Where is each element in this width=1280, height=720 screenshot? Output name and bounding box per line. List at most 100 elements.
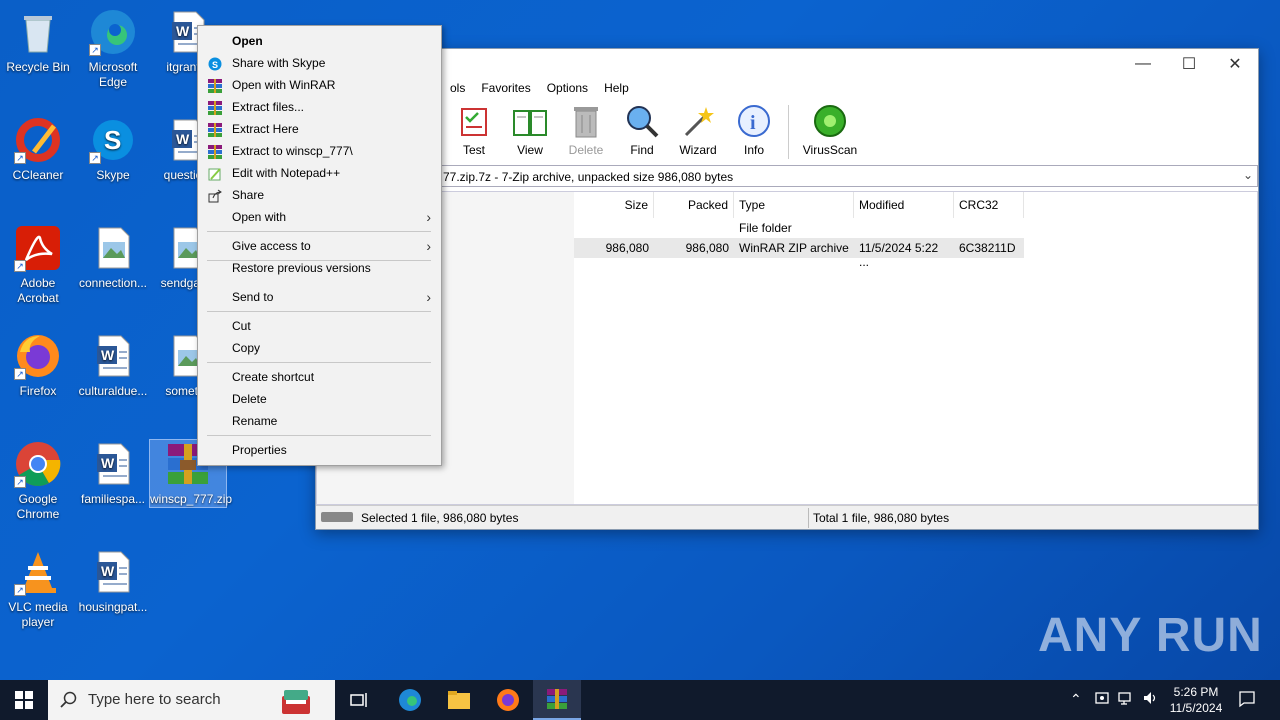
table-row[interactable]: File folder bbox=[574, 218, 1024, 238]
maximize-button[interactable]: ☐ bbox=[1166, 49, 1212, 79]
menu-item-label: Extract files... bbox=[232, 100, 305, 114]
menu-favorites[interactable]: Favorites bbox=[473, 79, 538, 99]
menu-item-label: Copy bbox=[232, 341, 261, 355]
word-doc-icon: W bbox=[89, 332, 137, 380]
col-crc32[interactable]: CRC32 bbox=[954, 192, 1024, 218]
menu-item-cut[interactable]: Cut bbox=[198, 315, 441, 337]
toolbar-wizard-button[interactable]: Wizard bbox=[670, 101, 726, 163]
title-bar[interactable]: — ☐ ✕ bbox=[316, 49, 1258, 79]
taskbar-winrar[interactable] bbox=[533, 680, 581, 720]
desktop-icon[interactable]: S ↗ Skype bbox=[75, 116, 151, 183]
cell-packed bbox=[654, 218, 734, 238]
menu-item-send-to[interactable]: Send to › bbox=[198, 286, 441, 308]
col-size[interactable]: Size bbox=[574, 192, 654, 218]
svg-text:W: W bbox=[101, 347, 115, 363]
svg-text:W: W bbox=[176, 23, 190, 39]
chevron-down-icon[interactable]: ⌄ bbox=[1243, 168, 1253, 182]
column-headers: Size Packed Type Modified CRC32 bbox=[574, 192, 1024, 218]
notepadpp-icon bbox=[208, 166, 222, 181]
toolbar-view-button[interactable]: View bbox=[502, 101, 558, 163]
menu-item-share-with-skype[interactable]: S Share with Skype bbox=[198, 52, 441, 74]
toolbar-info-button[interactable]: i Info bbox=[726, 101, 782, 163]
status-divider bbox=[808, 508, 809, 528]
desktop-icon[interactable]: connection... bbox=[75, 224, 151, 291]
minimize-button[interactable]: — bbox=[1120, 49, 1166, 79]
svg-text:i: i bbox=[750, 112, 756, 134]
desktop-icon-label: familiespa... bbox=[80, 492, 146, 506]
menu-separator bbox=[207, 362, 431, 363]
menu-item-extract-to-winscp-777[interactable]: Extract to winscp_777\ bbox=[198, 140, 441, 162]
desktop-icon[interactable]: ↗ VLC media player bbox=[0, 548, 76, 630]
toolbar-virusscan-button[interactable]: VirusScan bbox=[795, 101, 865, 163]
svg-text:S: S bbox=[212, 60, 218, 70]
menu-item-properties[interactable]: Properties bbox=[198, 439, 441, 461]
menu-item-label: Cut bbox=[232, 319, 251, 333]
menu-item-open-with-winrar[interactable]: Open with WinRAR bbox=[198, 74, 441, 96]
toolbar-test-button[interactable]: Test bbox=[446, 101, 502, 163]
menu-separator bbox=[207, 231, 431, 232]
taskbar-edge[interactable] bbox=[386, 680, 434, 720]
desktop-icon[interactable]: ↗ Firefox bbox=[0, 332, 76, 399]
search-box[interactable]: Type here to search bbox=[48, 680, 335, 720]
toolbar-find-button[interactable]: Find bbox=[614, 101, 670, 163]
menu-item-label: Extract to winscp_777\ bbox=[232, 144, 353, 158]
notifications-icon[interactable] bbox=[1238, 690, 1256, 720]
wizard-wand-icon bbox=[680, 103, 716, 139]
menu-item-label: Give access to bbox=[232, 239, 311, 253]
file-list: Size Packed Type Modified CRC32 File fol… bbox=[316, 191, 1258, 505]
toolbar-label: Find bbox=[630, 143, 654, 157]
chevron-right-icon: › bbox=[426, 209, 431, 225]
toolbar-label: Info bbox=[743, 143, 764, 157]
acrobat-icon: ↗ bbox=[14, 224, 62, 272]
network-icon[interactable] bbox=[1118, 690, 1136, 720]
col-packed[interactable]: Packed bbox=[654, 192, 734, 218]
taskbar-explorer[interactable] bbox=[435, 680, 483, 720]
col-modified[interactable]: Modified bbox=[854, 192, 954, 218]
menu-item-open[interactable]: Open bbox=[198, 30, 441, 52]
menu-item-extract-files[interactable]: Extract files... bbox=[198, 96, 441, 118]
menu-item-create-shortcut[interactable]: Create shortcut bbox=[198, 366, 441, 388]
menu-item-copy[interactable]: Copy bbox=[198, 337, 441, 359]
shortcut-arrow-icon: ↗ bbox=[89, 44, 101, 56]
desktop-icon[interactable]: Wculturaldue... bbox=[75, 332, 151, 399]
menu-options[interactable]: Options bbox=[539, 79, 596, 99]
shortcut-arrow-icon: ↗ bbox=[14, 260, 26, 272]
menu-item-delete[interactable]: Delete bbox=[198, 388, 441, 410]
menu-item-edit-with-notepad[interactable]: Edit with Notepad++ bbox=[198, 162, 441, 184]
tray-meet-icon[interactable] bbox=[1094, 690, 1110, 720]
trash-icon bbox=[568, 103, 604, 139]
taskbar-firefox[interactable] bbox=[484, 680, 532, 720]
desktop-icon[interactable]: ↗ Adobe Acrobat bbox=[0, 224, 76, 306]
menu-help[interactable]: Help bbox=[596, 79, 637, 99]
shortcut-arrow-icon: ↗ bbox=[14, 152, 26, 164]
close-button[interactable]: ✕ bbox=[1212, 49, 1258, 79]
menu-tools[interactable]: ols bbox=[442, 79, 473, 99]
desktop-icon[interactable]: ↗ Google Chrome bbox=[0, 440, 76, 522]
desktop-icon[interactable]: ↗ Microsoft Edge bbox=[75, 8, 151, 90]
drive-icon[interactable] bbox=[321, 512, 353, 522]
menu-item-restore-previous-versions[interactable]: Restore previous versions bbox=[198, 257, 441, 279]
desktop-icon[interactable]: Wfamiliespa... bbox=[75, 440, 151, 507]
cell-modified bbox=[854, 218, 954, 238]
skype-icon: S bbox=[208, 56, 222, 71]
col-type[interactable]: Type bbox=[734, 192, 854, 218]
desktop-icon-label: Adobe Acrobat bbox=[17, 276, 59, 305]
menu-item-label: Restore previous versions bbox=[232, 261, 371, 275]
menu-item-rename[interactable]: Rename bbox=[198, 410, 441, 432]
desktop-icon[interactable]: Recycle Bin bbox=[0, 8, 76, 75]
menu-item-open-with[interactable]: Open with › bbox=[198, 206, 441, 228]
path-bar[interactable]: 77.zip.7z - 7-Zip archive, unpacked size… bbox=[316, 165, 1258, 187]
menu-item-extract-here[interactable]: Extract Here bbox=[198, 118, 441, 140]
chevron-right-icon: › bbox=[426, 289, 431, 305]
desktop-icon[interactable]: ↗ CCleaner bbox=[0, 116, 76, 183]
start-button[interactable] bbox=[0, 680, 48, 720]
chrome-icon: ↗ bbox=[14, 440, 62, 488]
table-row[interactable]: 986,080 986,080 WinRAR ZIP archive 11/5/… bbox=[574, 238, 1024, 269]
task-view-button[interactable] bbox=[336, 680, 384, 720]
menu-item-give-access-to[interactable]: Give access to › bbox=[198, 235, 441, 257]
menu-item-share[interactable]: Share bbox=[198, 184, 441, 206]
volume-icon[interactable] bbox=[1142, 690, 1160, 720]
desktop-icon[interactable]: Whousingpat... bbox=[75, 548, 151, 615]
tray-chevron-up-icon[interactable]: ⌃ bbox=[1070, 691, 1082, 720]
clock[interactable]: 5:26 PM 11/5/2024 bbox=[1166, 684, 1226, 720]
